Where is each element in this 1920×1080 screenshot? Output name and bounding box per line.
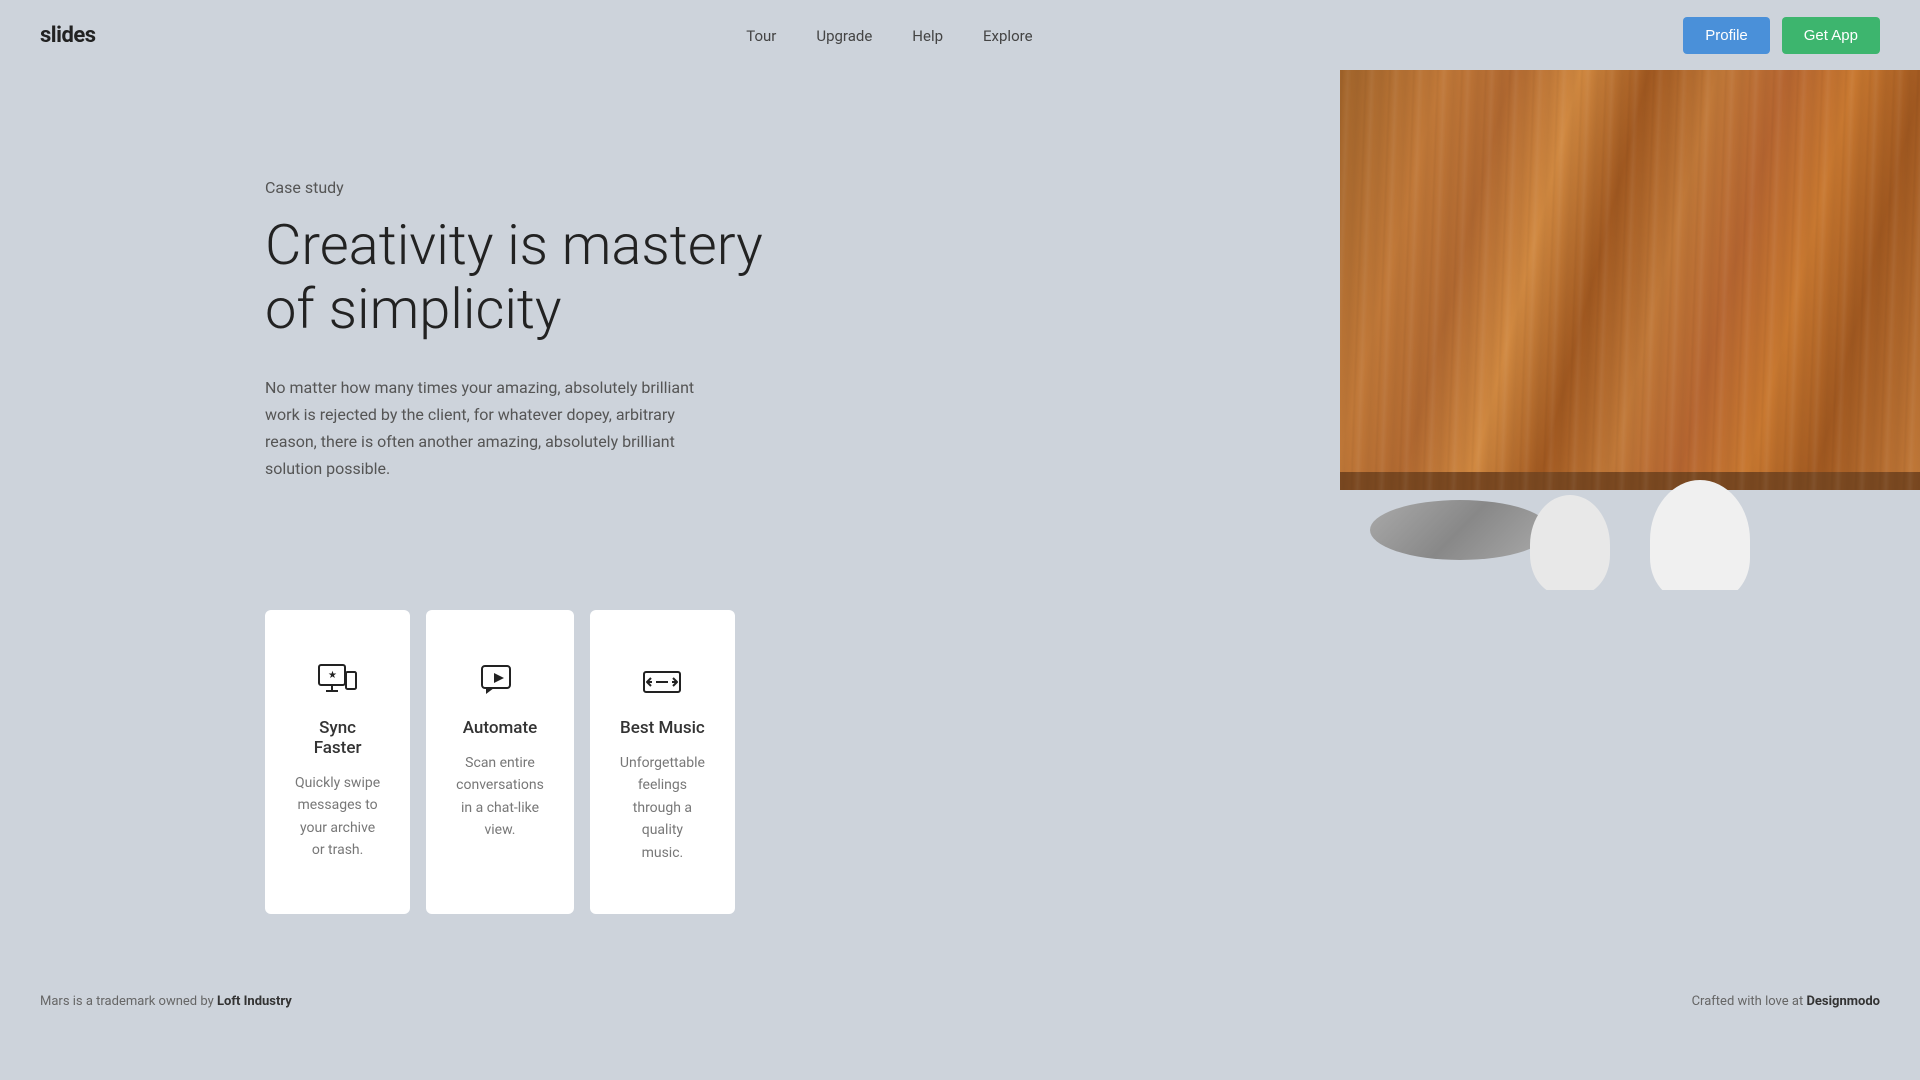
speaker-base-right [1650,480,1750,590]
feature-sync-faster-desc: Quickly swipe messages to your archive o… [295,772,380,862]
svg-text:★: ★ [328,670,337,681]
feature-best-music-title: Best Music [620,718,705,738]
speaker-bottom [1340,480,1920,590]
features-section: ★ Sync Faster Quickly swipe messages to … [0,590,1920,974]
speaker-base-left [1530,495,1610,590]
wood-grain [1340,70,1920,490]
wood-block [1340,70,1920,490]
navbar: slides Tour Upgrade Help Explore Profile… [0,0,1920,70]
nav-tour[interactable]: Tour [746,27,776,45]
feature-sync-faster-title: Sync Faster [295,718,380,758]
footer-right-brand: Designmodo [1806,994,1880,1009]
logo[interactable]: slides [40,23,96,48]
hero-body: No matter how many times your amazing, a… [265,374,725,483]
speaker-grill [1370,500,1550,560]
features-grid: ★ Sync Faster Quickly swipe messages to … [0,590,1000,974]
footer-right-text: Crafted with love at [1692,994,1807,1009]
nav-help[interactable]: Help [912,27,943,45]
footer-left-text: Mars is a trademark owned by [40,994,217,1009]
footer-left: Mars is a trademark owned by Loft Indust… [40,994,292,1009]
devices-star-icon: ★ [316,660,360,704]
feature-best-music-desc: Unforgettable feelings through a quality… [620,752,705,864]
get-app-button[interactable]: Get App [1782,17,1880,54]
feature-card-sync-faster: ★ Sync Faster Quickly swipe messages to … [265,610,410,914]
nav-upgrade[interactable]: Upgrade [816,27,872,45]
nav-actions: Profile Get App [1683,17,1880,54]
feature-card-best-music: Best Music Unforgettable feelings throug… [590,610,735,914]
hero-content: Case study Creativity is mastery of simp… [0,118,800,543]
arrows-expand-icon [640,660,684,704]
footer-brand: Loft Industry [217,994,292,1009]
feature-automate-title: Automate [463,718,538,738]
nav-explore[interactable]: Explore [983,27,1033,45]
footer-right: Crafted with love at Designmodo [1692,994,1880,1009]
hero-image [1340,70,1920,590]
footer: Mars is a trademark owned by Loft Indust… [0,974,1920,1029]
feature-card-automate: Automate Scan entire conversations in a … [426,610,574,914]
hero-eyebrow: Case study [265,178,800,197]
hero-title: Creativity is mastery of simplicity [265,213,800,342]
profile-button[interactable]: Profile [1683,17,1770,54]
hero-section: Case study Creativity is mastery of simp… [0,70,1920,590]
video-message-icon [478,660,522,704]
feature-automate-desc: Scan entire conversations in a chat-like… [456,752,544,842]
nav-links: Tour Upgrade Help Explore [746,26,1032,45]
